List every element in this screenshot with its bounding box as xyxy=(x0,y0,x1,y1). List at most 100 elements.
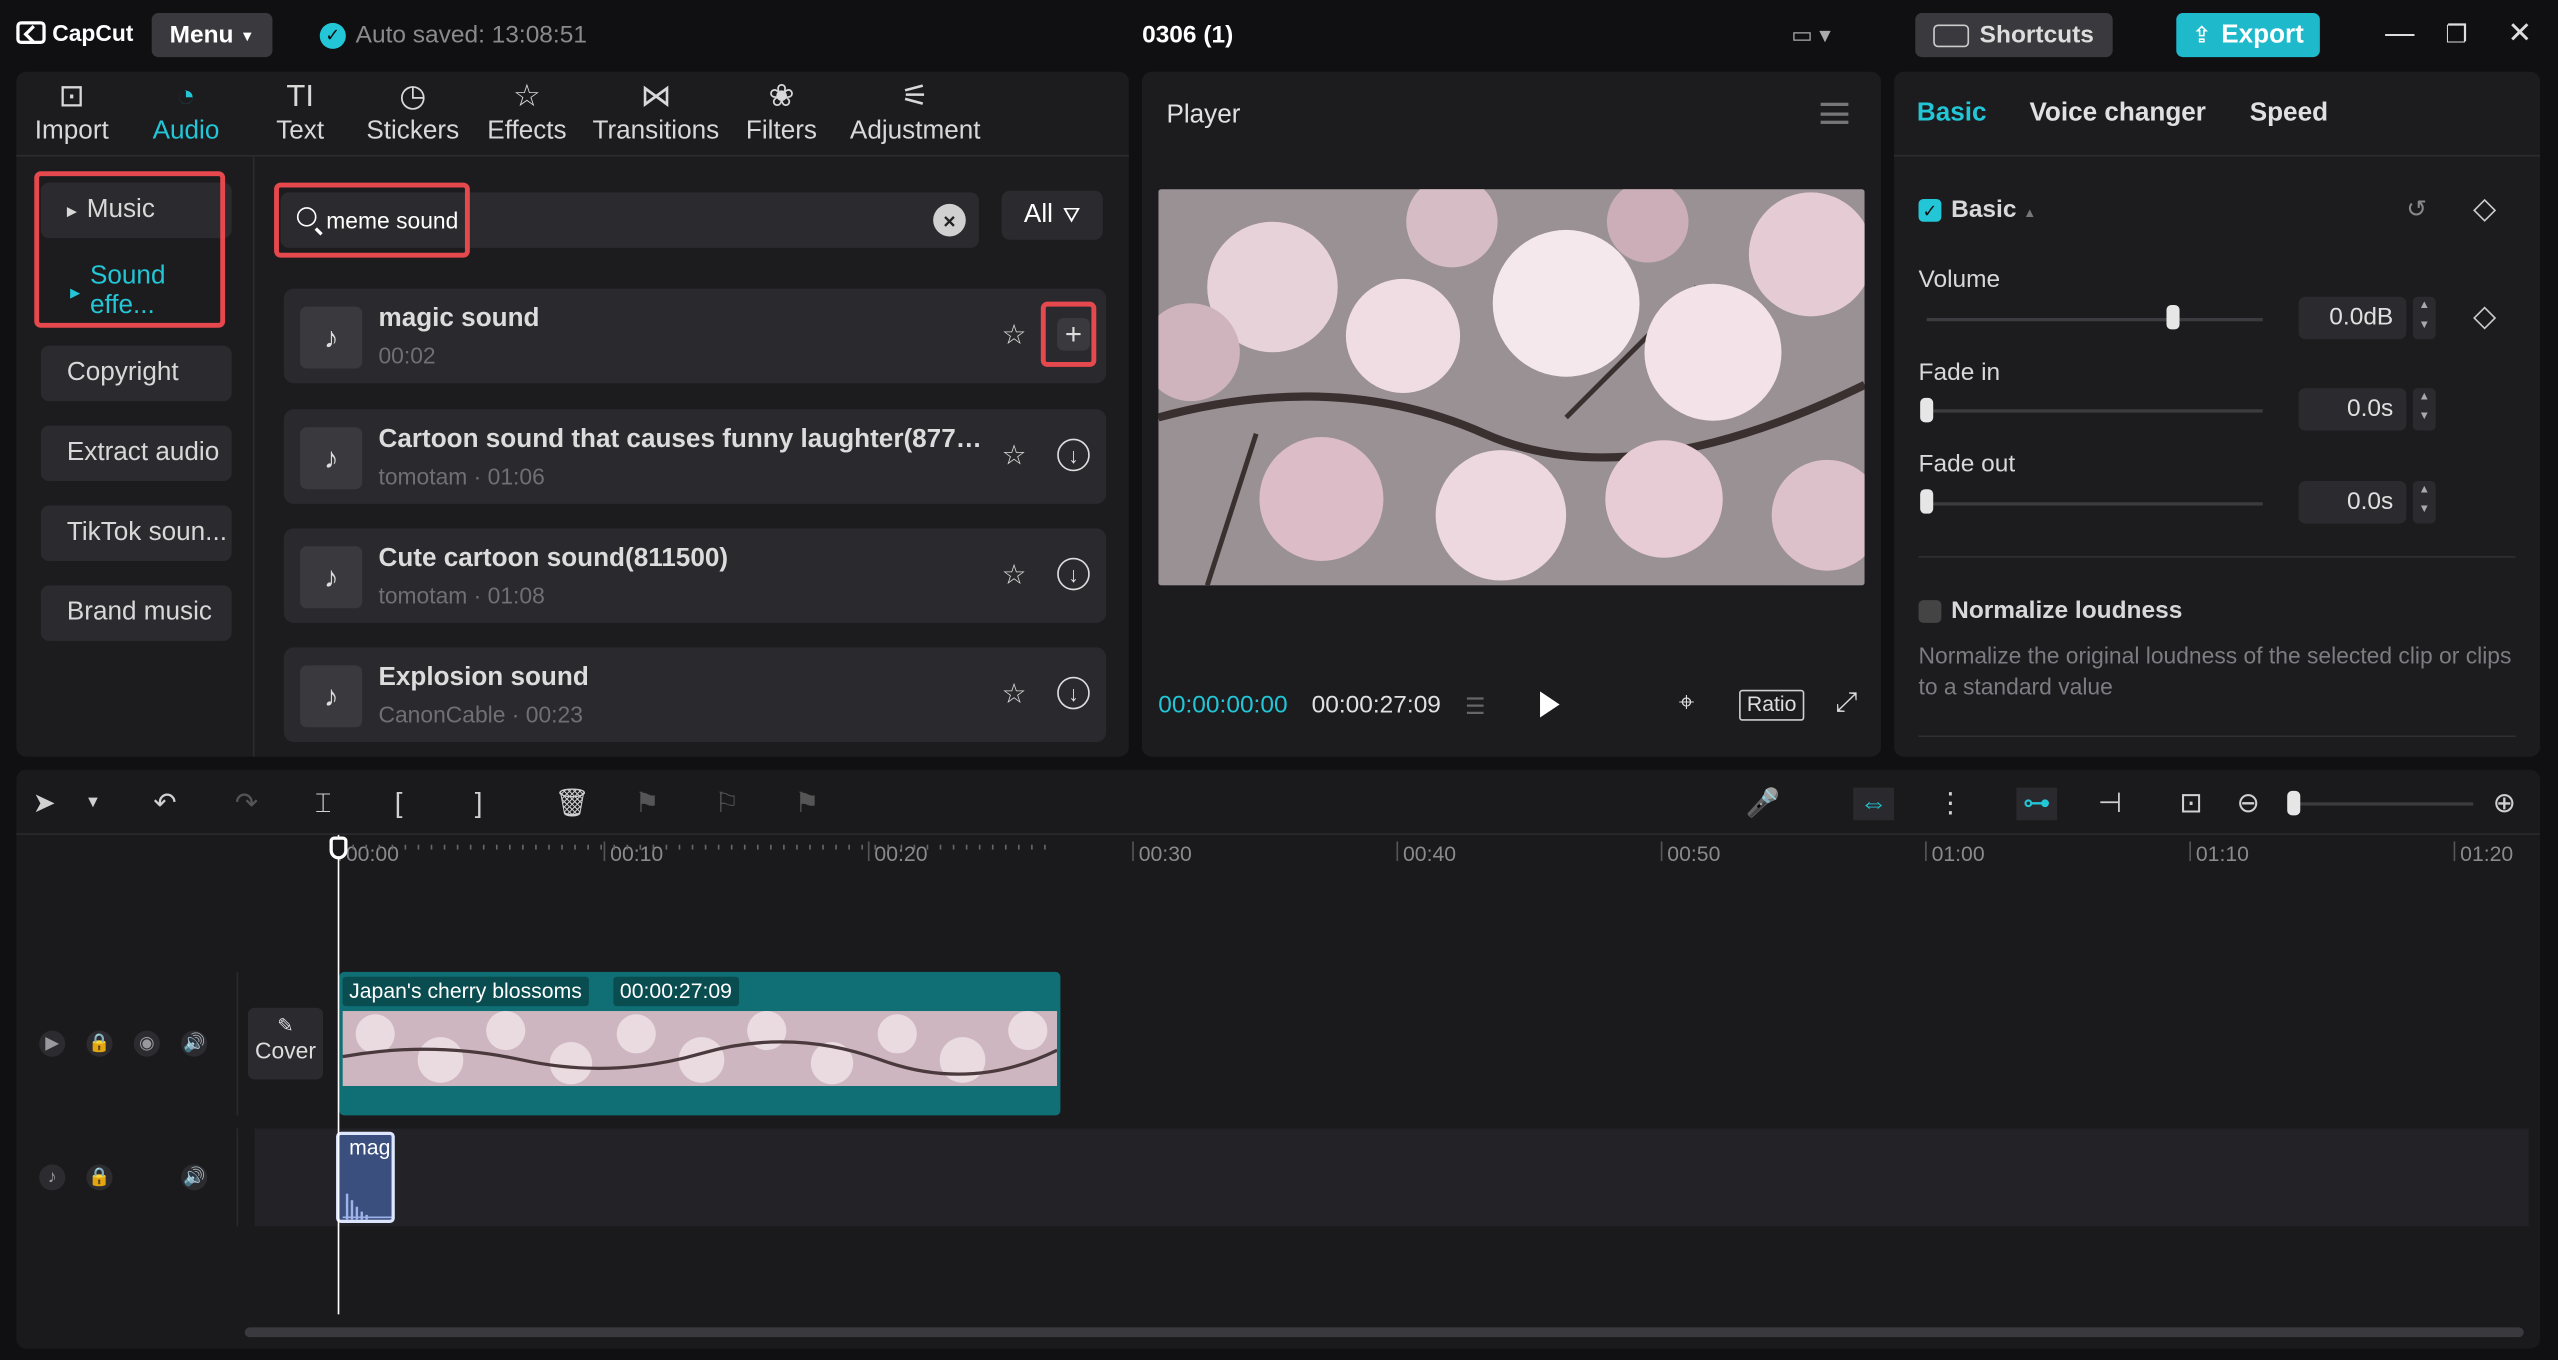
favorite-star-icon[interactable]: ☆ xyxy=(1002,320,1027,353)
sound-item[interactable]: ♪ magic sound 00:02 ☆ + xyxy=(283,288,1107,384)
fade-out-slider-thumb[interactable] xyxy=(1920,489,1934,514)
clear-search-icon[interactable]: × xyxy=(933,203,966,237)
keyframe-icon[interactable] xyxy=(2473,198,2497,222)
timeline-scrollbar[interactable] xyxy=(244,1327,2524,1338)
screenshot-icon[interactable]: ⊡ xyxy=(2180,788,2203,821)
ruler-minor-tick xyxy=(482,844,485,850)
volume-stepper[interactable]: ▲ ▼ xyxy=(2412,296,2436,340)
fade-in-slider[interactable] xyxy=(1926,409,2263,413)
fade-out-slider[interactable] xyxy=(1926,502,2263,506)
volume-slider-thumb[interactable] xyxy=(2166,304,2180,330)
waveform-grid-icon[interactable]: ☰ xyxy=(1465,693,1485,721)
restore-icon[interactable]: ❐ xyxy=(2445,20,2467,49)
ruler-minor-tick xyxy=(391,844,394,850)
playhead-handle[interactable] xyxy=(329,836,348,860)
sound-item[interactable]: ♪ Explosion sound CanonCable · 00:23 ☆ ↓ xyxy=(283,647,1107,742)
speaker-icon[interactable]: 🔊 xyxy=(181,1164,208,1191)
tab-speed[interactable]: Speed xyxy=(2250,99,2328,128)
flag-alt-icon[interactable]: ⚑ xyxy=(794,788,819,821)
search-highlight-box xyxy=(274,182,470,258)
undo-icon[interactable]: ↶ xyxy=(153,788,176,821)
sound-item[interactable]: ♪ Cute cartoon sound(811500) tomotam · 0… xyxy=(283,528,1107,623)
delete-icon[interactable]: 🗑 xyxy=(555,788,590,821)
eye-icon[interactable]: ◉ xyxy=(133,1030,160,1057)
tab-voice-changer[interactable]: Voice changer xyxy=(2029,99,2205,128)
player-title: Player xyxy=(1166,101,1241,129)
lock-icon[interactable]: 🔒 xyxy=(86,1164,113,1191)
chevron-down-icon[interactable]: ▼ xyxy=(85,794,101,812)
microphone-icon[interactable]: 🎤 xyxy=(1746,788,1781,821)
download-icon[interactable]: ↓ xyxy=(1057,676,1090,710)
text-icon: TI xyxy=(286,79,314,115)
tab-adjustment[interactable]: ⚟ Adjustment xyxy=(845,78,985,146)
tab-effects[interactable]: ☆ Effects xyxy=(483,78,571,146)
zoom-in-icon[interactable]: ⊕ xyxy=(2493,788,2516,821)
normalize-checkbox[interactable] xyxy=(1918,600,1942,623)
reset-icon[interactable]: ↺ xyxy=(2406,194,2427,224)
flag-icon[interactable]: ⚐ xyxy=(715,788,740,821)
ratio-button[interactable]: Ratio xyxy=(1739,689,1805,721)
favorite-star-icon[interactable]: ☆ xyxy=(1002,559,1027,592)
zoom-slider-thumb[interactable] xyxy=(2287,790,2301,816)
favorite-star-icon[interactable]: ☆ xyxy=(1002,440,1027,473)
preview-axis-icon[interactable]: ⊣ xyxy=(2098,788,2122,821)
filter-button[interactable]: All ⛛ xyxy=(1001,190,1103,240)
shortcuts-button[interactable]: Shortcuts xyxy=(1915,13,2113,58)
fade-in-value-field[interactable]: 0.0s xyxy=(2298,388,2407,431)
minimize-icon[interactable]: — xyxy=(2385,16,2414,50)
tab-audio[interactable]: ◔ Audio xyxy=(147,78,225,146)
tab-filters[interactable]: ❀ Filters xyxy=(744,78,819,146)
tab-stickers[interactable]: ◷ Stickers xyxy=(365,78,460,146)
download-icon[interactable]: ↓ xyxy=(1057,438,1090,472)
trim-left-icon[interactable]: [ xyxy=(395,788,403,821)
speaker-icon[interactable]: 🔊 xyxy=(181,1030,208,1057)
zoom-out-icon[interactable]: ⊖ xyxy=(2237,788,2260,821)
fade-out-stepper[interactable]: ▲ ▼ xyxy=(2412,481,2436,524)
favorite-star-icon[interactable]: ☆ xyxy=(1002,678,1027,711)
nav-item-extract-audio[interactable]: Extract audio xyxy=(40,425,232,482)
video-clip[interactable]: Japan's cherry blossoms 00:00:27:09 xyxy=(339,971,1061,1116)
lock-icon[interactable]: 🔒 xyxy=(86,1030,113,1057)
audio-clip[interactable]: mag xyxy=(336,1131,395,1224)
sound-item[interactable]: ♪ Cartoon sound that causes funny laught… xyxy=(283,409,1107,504)
tab-import[interactable]: ⊡ Import xyxy=(29,78,114,146)
fade-in-slider-thumb[interactable] xyxy=(1920,397,1934,423)
audio-track[interactable] xyxy=(254,1128,2529,1227)
fade-out-value-field[interactable]: 0.0s xyxy=(2298,481,2407,524)
volume-value-field[interactable]: 0.0dB xyxy=(2298,296,2407,340)
nav-item-copyright[interactable]: Copyright xyxy=(40,345,232,402)
zoom-slider[interactable] xyxy=(2287,802,2474,806)
marker-icon[interactable]: ⚑ xyxy=(635,788,660,821)
download-icon[interactable]: ↓ xyxy=(1057,557,1090,591)
fullscreen-icon[interactable]: ⤢ xyxy=(1835,687,1857,720)
layout-icon[interactable]: ▭ ▾ xyxy=(1791,21,1830,49)
cover-button[interactable]: ✎ Cover xyxy=(247,1007,324,1080)
player-menu-icon[interactable] xyxy=(1820,102,1849,124)
redo-icon[interactable]: ↷ xyxy=(235,788,258,821)
split-icon[interactable]: ⌶ xyxy=(315,788,332,821)
volume-keyframe-icon[interactable] xyxy=(2473,306,2497,330)
linkage-icon[interactable]: ⊶ xyxy=(2016,787,2058,821)
video-preview[interactable] xyxy=(1158,189,1865,586)
zoom-fit-icon[interactable]: ⌖ xyxy=(1679,687,1695,720)
music-note-icon: ♪ xyxy=(300,306,363,369)
import-icon: ⊡ xyxy=(58,79,85,115)
play-icon[interactable] xyxy=(1540,691,1560,718)
nav-item-tiktok-sounds[interactable]: TikTok soun... xyxy=(40,505,232,561)
ruler-minor-tick xyxy=(730,844,733,850)
main-track-magnet-icon[interactable]: ⇔ xyxy=(1853,787,1895,821)
export-button[interactable]: ⇪ Export xyxy=(2176,13,2320,58)
select-cursor-icon[interactable]: ➤ xyxy=(33,788,56,821)
volume-slider[interactable] xyxy=(1926,317,2263,322)
close-icon[interactable]: ✕ xyxy=(2507,16,2532,50)
basic-section-checkbox[interactable]: ✓ xyxy=(1918,198,1942,222)
trim-right-icon[interactable]: ] xyxy=(475,788,483,821)
tab-text[interactable]: TI Text xyxy=(264,78,336,146)
tab-basic[interactable]: Basic xyxy=(1917,99,1987,128)
filter-icon: ⛛ xyxy=(1062,202,1081,227)
auto-snap-icon[interactable]: ⋮ xyxy=(1936,788,1964,821)
nav-item-brand-music[interactable]: Brand music xyxy=(40,585,232,641)
fade-in-stepper[interactable]: ▲ ▼ xyxy=(2412,388,2436,431)
tab-transitions[interactable]: ⋈ Transitions xyxy=(591,78,722,146)
playhead[interactable] xyxy=(337,834,340,1315)
